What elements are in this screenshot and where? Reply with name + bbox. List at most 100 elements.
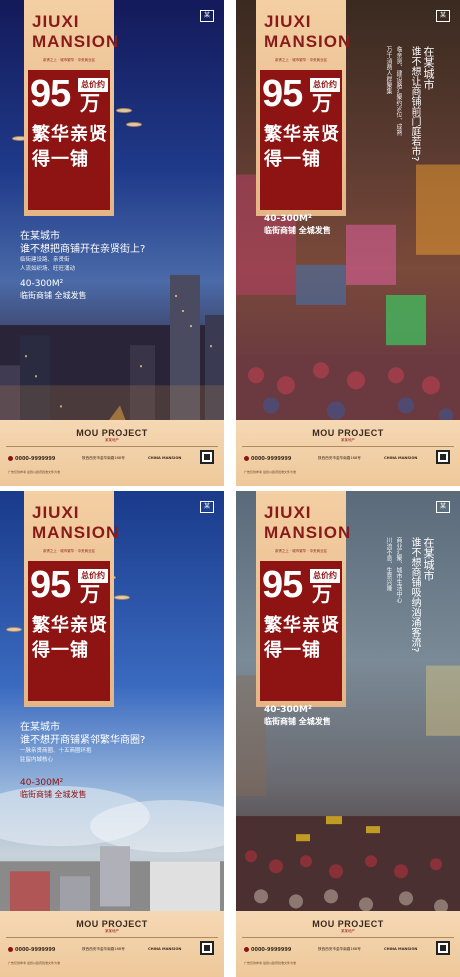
price-box: 95 总价约 万 繁华亲贤 得一铺 (28, 561, 110, 701)
phone-number: 0000-9999999 (8, 456, 55, 462)
brand-sub: 某某地产 (341, 438, 355, 442)
price-unit: 万 (80, 582, 100, 606)
price-tag: JIUXI MANSION 亲贤之上 · 城市繁华 · 中央商业区 95 总价约… (256, 491, 350, 707)
slogan: 繁华亲贤 得一铺 (264, 615, 340, 661)
price-label: 总价约 (310, 569, 340, 583)
qr-code-icon (436, 450, 450, 464)
copy-small-line: 驻留内城核心 (20, 757, 54, 763)
footer-en-name: CHINA MANSION (384, 456, 418, 460)
price-unit: 万 (312, 582, 332, 606)
address: 陕西西安市金华南路168号 (318, 947, 361, 951)
phone-number: 0000-9999999 (8, 947, 55, 953)
footer: MOU PROJECT 某某地产 0000-9999999 陕西西安市金华南路1… (0, 420, 224, 486)
vertical-copy-title: 在某城市 (422, 46, 435, 90)
floating-disc-icon (126, 122, 142, 127)
retail-line: 临街商铺 全城发售 (264, 226, 331, 235)
address: 陕西西安市金华南路168号 (82, 947, 125, 951)
phone-text: 0000-9999999 (251, 947, 292, 953)
price-tag: JIUXI MANSION 亲贤之上 · 城市繁华 · 中央商业区 95 总价约… (256, 0, 350, 216)
top-logo-icon: 某 (200, 10, 214, 22)
copy-small-line: 人流如织场、旺旺涌动 (20, 266, 76, 272)
poster-crowd: 某 JIUXI MANSION 亲贤之上 · 城市繁华 · 中央商业区 95 总… (236, 491, 460, 977)
poster-shopping-street: 某 JIUXI MANSION 亲贤之上 · 城市繁华 · 中央商业区 95 总… (236, 0, 460, 486)
poster-day-district: 某 JIUXI MANSION 亲贤之上 · 城市繁华 · 中央商业区 95 总… (0, 491, 224, 977)
footer: MOU PROJECT 某某地产 0000-9999999 陕西西安市金华南路1… (236, 420, 460, 486)
footer: MOU PROJECT 某某地产 0000-9999999 陕西西安市金华南路1… (0, 911, 224, 977)
area-range: 40-300M² (20, 279, 64, 289)
top-logo-icon: 某 (436, 501, 450, 513)
area-block: 40-300M² 临街商铺 全城发售 (264, 705, 331, 727)
project-title: JIUXI MANSION (32, 503, 120, 542)
project-title: JIUXI MANSION (264, 503, 352, 542)
footer: MOU PROJECT 某某地产 0000-9999999 陕西西安市金华南路1… (236, 911, 460, 977)
copy-title: 在某城市 (422, 537, 435, 581)
price-tag: JIUXI MANSION 亲贤之上 · 城市繁华 · 中央商业区 95 总价约… (24, 0, 118, 216)
copy-small-line: 商业汇聚、城市生活中心 (395, 537, 402, 603)
vertical-copy-small: 川流不息、生意兴隆 (384, 537, 393, 591)
brand-name: MOU PROJECT (76, 428, 148, 438)
price-label: 总价约 (310, 78, 340, 92)
brand-sub: 某某地产 (341, 929, 355, 933)
copy-line: 谁不想开商铺紧邻繁华商圈? (20, 735, 146, 746)
price-unit: 万 (312, 91, 332, 115)
copy-line: 谁不想把商铺开在亲贤街上? (20, 244, 146, 255)
fine-print: 广告仅供参考 最终以政府批准文件为准 (244, 961, 296, 965)
copy-line: 谁不想商铺吸纳汹涌客流? (409, 537, 420, 653)
retail-line: 临街商铺 全城发售 (20, 790, 87, 799)
floating-disc-icon (6, 627, 22, 632)
copy-line: 谁不想让商铺前门庭若市? (409, 46, 420, 162)
project-title: JIUXI MANSION (264, 12, 352, 51)
footer-en-name: CHINA MANSION (384, 947, 418, 951)
vertical-copy-small: 万千消费人群聚集 (384, 46, 393, 94)
tag-subtitle: 亲贤之上 · 城市繁华 · 中央商业区 (274, 549, 328, 553)
area-range: 40-300M² (264, 705, 312, 715)
project-title: JIUXI MANSION (32, 12, 120, 51)
retail-line: 临街商铺 全城发售 (264, 717, 331, 726)
price-label: 总价约 (78, 78, 108, 92)
area-range: 40-300M² (20, 778, 64, 788)
copy-title: 在某城市 (20, 722, 60, 733)
footer-en-name: CHINA MANSION (148, 947, 182, 951)
slogan: 繁华亲贤 得一铺 (32, 124, 108, 170)
poster-night-city: 某 JIUXI MANSION 亲贤之上 · 城市繁华 · 中央商业区 95 总… (0, 0, 224, 486)
copy-block: 在某城市 谁不想把商铺开在亲贤街上? 临街建设路、亲贤街 人流如织场、旺旺涌动 … (20, 230, 145, 301)
floating-disc-icon (114, 595, 130, 600)
footer-divider (242, 446, 454, 447)
copy-title: 在某城市 (422, 46, 435, 90)
copy-small-line: 川流不息、生意兴隆 (385, 537, 392, 591)
price-amount: 95 (262, 564, 303, 606)
phone-text: 0000-9999999 (15, 947, 56, 953)
footer-divider (6, 937, 218, 938)
fine-print: 广告仅供参考 最终以政府批准文件为准 (244, 470, 296, 474)
phone-icon (8, 947, 13, 952)
top-logo-icon: 某 (200, 501, 214, 513)
phone-text: 0000-9999999 (251, 456, 292, 462)
brand-name: MOU PROJECT (312, 919, 384, 929)
tag-subtitle: 亲贤之上 · 城市繁华 · 中央商业区 (42, 58, 96, 62)
qr-code-icon (436, 941, 450, 955)
copy-small-line: 临街建设路、亲贤街 (20, 257, 70, 263)
address: 陕西西安市金华南路168号 (82, 456, 125, 460)
slogan: 繁华亲贤 得一铺 (32, 615, 108, 661)
copy-small-line: 一脉亲贤商圈、十五商圈环抱 (20, 748, 92, 754)
footer-divider (242, 937, 454, 938)
phone-text: 0000-9999999 (15, 456, 56, 462)
fine-print: 广告仅供参考 最终以政府批准文件为准 (8, 470, 60, 474)
retail-line: 临街商铺 全城发售 (20, 291, 87, 300)
qr-code-icon (200, 450, 214, 464)
phone-icon (244, 947, 249, 952)
area-block: 40-300M² 临街商铺 全城发售 (264, 214, 331, 236)
phone-number: 0000-9999999 (244, 456, 291, 462)
floating-disc-icon (116, 108, 132, 113)
qr-code-icon (200, 941, 214, 955)
brand-name: MOU PROJECT (76, 919, 148, 929)
price-unit: 万 (80, 91, 100, 115)
footer-divider (6, 446, 218, 447)
price-amount: 95 (262, 73, 303, 115)
brand-sub: 某某地产 (105, 438, 119, 442)
price-box: 95 总价约 万 繁华亲贤 得一铺 (28, 70, 110, 210)
brand-sub: 某某地产 (105, 929, 119, 933)
price-label: 总价约 (78, 569, 108, 583)
footer-en-name: CHINA MANSION (148, 456, 182, 460)
tag-subtitle: 亲贤之上 · 城市繁华 · 中央商业区 (42, 549, 96, 553)
